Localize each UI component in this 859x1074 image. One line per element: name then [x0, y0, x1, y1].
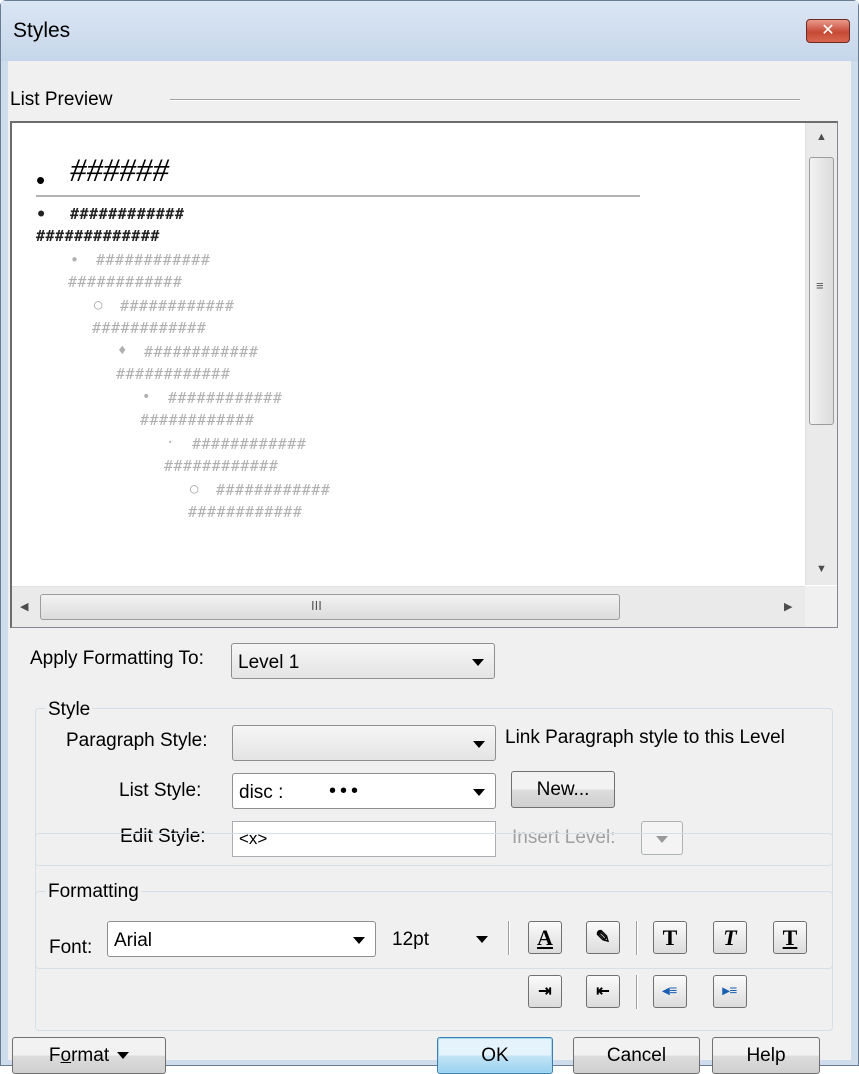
preview-bullet: • [36, 205, 47, 225]
window-title: Styles [13, 19, 71, 42]
chevron-down-icon [117, 1052, 130, 1060]
scroll-up-icon[interactable]: ▲ [816, 131, 827, 143]
increase-indent-icon: ▸≡ [722, 984, 738, 999]
format-label-suffix: rmat [71, 1045, 110, 1066]
font-size-dropdown[interactable]: 12pt [386, 921, 498, 957]
formatting-group-title: Formatting [46, 881, 141, 903]
preview-bullet: ○ [94, 297, 103, 313]
close-button[interactable]: ✕ [806, 19, 850, 43]
scroll-right-icon[interactable]: ▶ [784, 600, 792, 613]
preview-line: ############ [92, 319, 207, 337]
format-label-prefix: F [48, 1045, 61, 1066]
dialog-body: List Preview • ###### • ############ ###… [8, 61, 851, 1074]
preview-bullet: ○ [190, 481, 199, 497]
indent-icon: ⇥ [538, 983, 552, 1000]
toolbar-separator [508, 921, 510, 955]
italic-icon: T [723, 925, 737, 950]
preview-line: ############ [168, 389, 283, 407]
chevron-down-icon [476, 936, 488, 943]
chevron-down-icon [473, 789, 485, 796]
cancel-button[interactable]: Cancel [573, 1037, 700, 1074]
grip-icon: ≡ [816, 278, 824, 293]
format-button[interactable]: Format [12, 1037, 166, 1074]
chevron-down-icon [353, 937, 365, 944]
list-preview-label: List Preview [10, 89, 113, 110]
preview-line: ############ [140, 411, 255, 429]
preview-bullet: ♦ [118, 343, 127, 359]
link-paragraph-style-text: Link Paragraph style to this Level [505, 727, 785, 748]
highlight-button[interactable]: ✎ [586, 921, 620, 954]
underline-button[interactable]: T [773, 921, 807, 954]
apply-formatting-label: Apply Formatting To: [30, 648, 204, 669]
outdent-icon: ⇤ [596, 983, 610, 1000]
underline-icon: T [782, 925, 798, 950]
preview-line: ############ [70, 205, 185, 223]
preview-line: ############ [164, 457, 279, 475]
preview-line: ############ [120, 297, 235, 315]
style-group-title: Style [46, 699, 93, 721]
group-separator [170, 99, 800, 101]
formatting-group [35, 891, 833, 1031]
scroll-down-icon[interactable]: ▼ [816, 563, 827, 575]
bold-button[interactable]: T [653, 921, 687, 954]
ok-button[interactable]: OK [437, 1037, 553, 1074]
chevron-down-icon [473, 741, 485, 748]
font-size-value: 12pt [392, 929, 429, 950]
list-style-label: List Style: [119, 780, 202, 801]
horizontal-scroll-thumb[interactable]: III [40, 594, 620, 620]
outdent-button[interactable]: ⇤ [586, 975, 620, 1008]
new-style-button[interactable]: New... [511, 771, 615, 808]
title-bar: Styles ✕ [1, 1, 858, 61]
font-dropdown[interactable]: Arial [107, 921, 376, 957]
list-style-preview: ••• [329, 780, 363, 802]
preview-bullet: • [70, 251, 80, 269]
preview-bullet: • [142, 389, 151, 405]
level1-sample-text: ###### [70, 153, 169, 189]
help-button[interactable]: Help [712, 1037, 820, 1074]
toolbar-separator [636, 975, 638, 1009]
paragraph-style-dropdown[interactable] [232, 725, 496, 761]
font-label: Font: [49, 937, 93, 958]
list-preview-pane: • ###### • ############ ############# • … [10, 121, 838, 628]
preview-line: ############ [192, 435, 307, 453]
scroll-left-icon[interactable]: ◀ [20, 600, 28, 613]
horizontal-scrollbar[interactable]: ◀ III ▶ [12, 586, 806, 627]
paragraph-style-label: Paragraph Style: [66, 730, 208, 751]
toolbar-separator [636, 921, 638, 955]
level1-bullet: • [36, 165, 46, 195]
font-color-button[interactable]: A [528, 921, 562, 954]
preview-line: ############# [36, 227, 160, 245]
bold-icon: T [662, 925, 678, 950]
preview-line: ############ [188, 503, 303, 521]
list-style-value: disc : [239, 782, 284, 803]
format-label-accelerator: o [60, 1045, 72, 1066]
preview-line: ############ [144, 343, 259, 361]
vertical-scrollbar[interactable]: ▲ ≡ ▼ [805, 123, 837, 585]
scroll-corner [805, 586, 837, 627]
font-value: Arial [114, 930, 153, 951]
list-style-dropdown[interactable]: disc : ••• [232, 773, 496, 809]
decrease-indent-button[interactable]: ◂≡ [653, 975, 687, 1008]
chevron-down-icon [472, 659, 484, 666]
indent-button[interactable]: ⇥ [528, 975, 562, 1008]
preview-bullet: · [166, 435, 175, 451]
preview-line: ############ [68, 273, 183, 291]
preview-line: ############ [96, 251, 211, 269]
italic-button[interactable]: T [713, 921, 747, 954]
grip-icon: III [311, 598, 322, 613]
styles-dialog: Styles ✕ List Preview • ###### • #######… [0, 0, 859, 1074]
level1-rule [36, 195, 640, 197]
highlight-icon: ✎ [595, 927, 611, 947]
list-preview-content: • ###### • ############ ############# • … [12, 123, 806, 585]
decrease-indent-icon: ◂≡ [662, 984, 678, 999]
preview-line: ############ [216, 481, 331, 499]
font-color-icon: A [537, 925, 553, 950]
vertical-scroll-thumb[interactable]: ≡ [809, 157, 834, 425]
close-icon: ✕ [821, 22, 835, 39]
increase-indent-button[interactable]: ▸≡ [713, 975, 747, 1008]
preview-line: ############ [116, 365, 231, 383]
apply-formatting-dropdown[interactable]: Level 1 [231, 643, 495, 679]
apply-formatting-value: Level 1 [238, 652, 300, 673]
